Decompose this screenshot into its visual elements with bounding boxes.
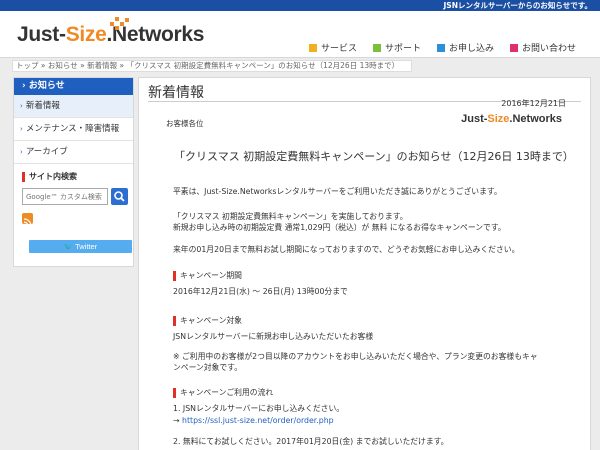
campaign-text-2: 新規お申し込み時の初期設定費 通常1,029円（税込）が 無料 になるお得なキャ… xyxy=(173,223,506,232)
breadcrumb-news[interactable]: お知らせ xyxy=(48,61,78,70)
sidebar-item-archive[interactable]: › アーカイブ xyxy=(14,141,133,164)
breadcrumb-separator: » xyxy=(40,61,46,70)
square-icon xyxy=(510,44,518,52)
note-text-2: ンペーン対象です。 xyxy=(173,363,243,372)
main-content: 新着情報 2016年12月21日 お客様各位 Just-Size.Network… xyxy=(138,77,591,450)
flow-step-1-link-row: → https://ssl.just-size.net/order/order.… xyxy=(173,415,334,426)
signature-logo: Just-Size.Networks xyxy=(461,113,562,125)
square-icon xyxy=(309,44,317,52)
sidebar-heading-label: お知らせ xyxy=(28,81,65,91)
twitter-label: Twitter xyxy=(75,242,98,251)
nav-support[interactable]: サポート xyxy=(373,41,421,54)
logo-text-1: Just- xyxy=(17,23,66,46)
nav-contact[interactable]: お問い合わせ xyxy=(510,41,576,54)
logo-dots-icon xyxy=(110,16,130,30)
breadcrumb-separator: » xyxy=(119,61,125,70)
trial-text: 来年の01月20日まで無料お試し期間になっておりますので、どうぞお気軽にお申し込… xyxy=(173,245,520,254)
nav-label: お申し込み xyxy=(449,44,495,54)
sidebar-item-label: 新着情報 xyxy=(25,101,60,111)
square-icon xyxy=(437,44,445,52)
twitter-bird-icon: 🐦 xyxy=(63,242,74,251)
breadcrumb-home[interactable]: トップ xyxy=(16,61,39,70)
breadcrumb: トップ » お知らせ » 新着情報 » 「クリスマス 初期設定費無料キャンペーン… xyxy=(12,60,412,72)
breadcrumb-current: 「クリスマス 初期設定費無料キャンペーン」のお知らせ（12月26日 13時まで） xyxy=(126,61,400,70)
signature-logo-text-1: Just- xyxy=(461,113,488,125)
logo-text-2: Size xyxy=(65,23,107,46)
chevron-right-icon: › xyxy=(20,125,23,133)
chevron-right-icon: › xyxy=(22,81,26,91)
site-search-title: サイト内検索 xyxy=(22,172,133,182)
square-icon xyxy=(373,44,381,52)
order-link[interactable]: https://ssl.just-size.net/order/order.ph… xyxy=(182,416,334,425)
flow-step-2: 2. 無料にてお試しください。2017年01月20日(金) までお試しいただけま… xyxy=(173,437,449,446)
site-header: Just-Size.Networks サービス サポート お申し込み お問い合わ… xyxy=(0,11,600,58)
period-text: 2016年12月21日(水) 〜 26日(月) 13時00分まで xyxy=(173,287,348,296)
flow-heading: キャンペーンご利用の流れ xyxy=(173,388,273,398)
chevron-right-icon: › xyxy=(20,148,23,156)
site-logo[interactable]: Just-Size.Networks xyxy=(17,17,204,47)
sidebar-item-maintenance[interactable]: › メンテナンス・障害情報 xyxy=(14,118,133,141)
search-icon xyxy=(114,191,125,202)
search-button[interactable] xyxy=(111,188,128,205)
nav-service[interactable]: サービス xyxy=(309,41,357,54)
period-heading: キャンペーン期間 xyxy=(173,271,242,281)
post-date: 2016年12月21日 xyxy=(501,99,566,108)
nav-label: サポート xyxy=(385,44,422,54)
sidebar-item-label: アーカイブ xyxy=(25,147,68,157)
sidebar: › お知らせ › 新着情報 › メンテナンス・障害情報 › アーカイブ サイト内検索 … xyxy=(13,77,134,267)
arrow-icon: → xyxy=(173,416,183,425)
sidebar-heading[interactable]: › お知らせ xyxy=(14,78,133,95)
breadcrumb-latest[interactable]: 新着情報 xyxy=(87,61,117,70)
sidebar-item-label: メンテナンス・障害情報 xyxy=(25,124,120,134)
article-headline: 「クリスマス 初期設定費無料キャンペーン」のお知らせ（12月26日 13時まで） xyxy=(174,150,574,163)
rss-icon[interactable] xyxy=(22,213,33,227)
nav-apply[interactable]: お申し込み xyxy=(437,41,494,54)
sidebar-item-latest[interactable]: › 新着情報 xyxy=(14,95,133,118)
top-notice-bar: JSNレンタルサーバーからのお知らせです。 xyxy=(0,0,600,11)
note-text-1: ※ ご利用中のお客様が2つ目以降のアカウントをお申し込みいただく場合や、プラン変… xyxy=(173,352,538,361)
campaign-text-1: 「クリスマス 初期設定費無料キャンペーン」を実施しております。 xyxy=(173,212,408,221)
nav-label: サービス xyxy=(321,44,358,54)
search-input[interactable] xyxy=(22,188,108,205)
chevron-right-icon: › xyxy=(20,102,23,110)
site-search xyxy=(22,188,132,205)
intro-text: 平素は、Just-Size.Networksレンタルサーバーをご利用いただき誠に… xyxy=(173,187,502,196)
salutation: お客様各位 xyxy=(166,119,204,128)
nav-label: お問い合わせ xyxy=(522,44,577,54)
breadcrumb-separator: » xyxy=(80,61,85,70)
signature-logo-text-2: Size xyxy=(487,113,510,125)
page-title: 新着情報 xyxy=(148,85,204,101)
top-notice-text: JSNレンタルサーバーからのお知らせです。 xyxy=(443,1,593,10)
signature-logo-text-3: .Networks xyxy=(509,113,562,125)
twitter-button[interactable]: 🐦 Twitter xyxy=(29,240,132,253)
flow-step-1: 1. JSNレンタルサーバーにお申し込みください。 xyxy=(173,404,345,413)
target-text: JSNレンタルサーバーに新規お申し込みいただいたお客様 xyxy=(173,332,374,341)
target-heading: キャンペーン対象 xyxy=(173,316,242,326)
